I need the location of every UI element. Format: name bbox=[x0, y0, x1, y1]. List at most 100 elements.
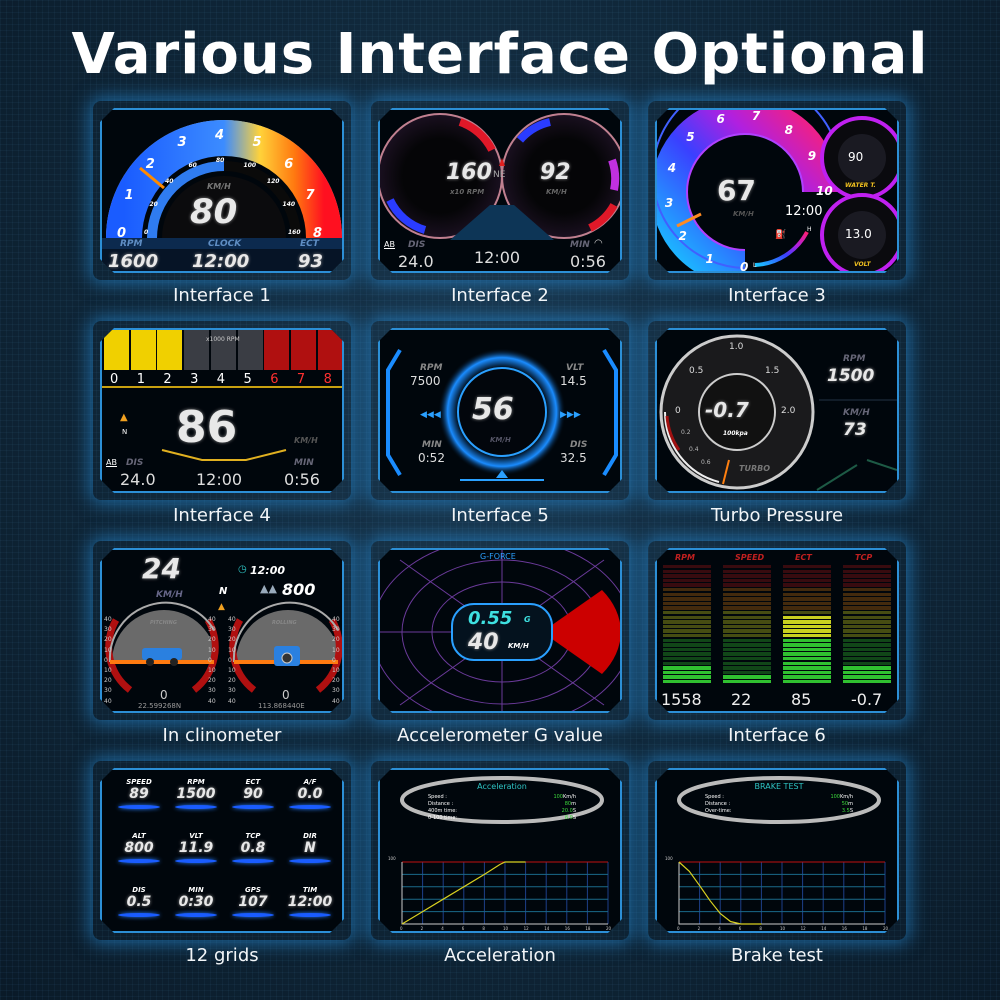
level-segment bbox=[843, 634, 891, 638]
angle-tick: 30 bbox=[208, 687, 216, 695]
interface-5-caption: Interface 5 bbox=[451, 505, 549, 526]
level-segment bbox=[663, 624, 711, 629]
result-title: BRAKE TEST bbox=[754, 782, 804, 791]
volt-label: VOLT bbox=[854, 261, 871, 268]
row-value: 50m bbox=[842, 801, 853, 807]
x-tick: 4 bbox=[718, 926, 721, 931]
column-value: 22 bbox=[731, 690, 752, 709]
level-segment bbox=[843, 675, 891, 679]
grid-value: 89 bbox=[129, 786, 149, 802]
value-number: 100 bbox=[830, 794, 840, 800]
level-segment bbox=[783, 670, 831, 675]
speed-unit: KM/H bbox=[508, 642, 529, 650]
interface-2-panel[interactable]: 160 x10 RPM NE 92 KM/H AB DIS 24.0 12:00… bbox=[378, 108, 622, 273]
x-tick: 6 bbox=[461, 926, 465, 931]
turbo-pressure-panel[interactable]: 1.0 0.5 1.5 0 2.0 0.2 0.4 0.6 -0.7 100kp… bbox=[655, 328, 899, 493]
fuel-icon: ⛽ bbox=[775, 230, 787, 240]
speed-tick: 100 bbox=[243, 162, 257, 170]
level-segment bbox=[783, 661, 831, 665]
accelerometer-g-panel[interactable]: G-FORCE 0.55 G 40 KM/H bbox=[378, 548, 622, 713]
angle-tick: 40 bbox=[332, 697, 340, 705]
inclinometer-panel[interactable]: 24 KM/H ◷ 12:00 ▲▲ 800 N ▲ PITCHING ROLL… bbox=[100, 548, 344, 713]
level-segment bbox=[843, 620, 891, 624]
level-segment bbox=[843, 652, 891, 656]
twelve-grids-panel[interactable]: SPEED 89 RPM 1500 ECT 90 A/F 0.0 ALT 800 VLT 11.9 TC… bbox=[100, 768, 344, 933]
interface-6-panel[interactable]: RPM 1558 SPEED 22 ECT 85 TCP -0.7 bbox=[655, 548, 899, 713]
row-label: 400m time: bbox=[428, 808, 457, 814]
level-segment bbox=[723, 624, 771, 629]
brake-test-caption: Brake test bbox=[731, 945, 823, 966]
interface-3-panel[interactable]: 0 1 2 3 4 5 6 7 8 9 10 67 KM/H 12:00 ⛽ L H 90 WATE… bbox=[655, 108, 899, 273]
level-segment bbox=[663, 597, 711, 601]
grid-value: 12:00 bbox=[287, 894, 333, 910]
angle-tick: 10 bbox=[104, 667, 112, 674]
level-segment bbox=[723, 583, 771, 587]
level-segment bbox=[843, 583, 891, 587]
level-segment bbox=[663, 601, 711, 606]
result-chart bbox=[677, 776, 886, 925]
acceleration-panel[interactable]: Acceleration Speed :100Km/h Distance :80m 4… bbox=[378, 768, 622, 933]
level-segment bbox=[663, 680, 711, 684]
grid-underline bbox=[232, 913, 274, 917]
grid-value: 0.8 bbox=[240, 840, 266, 856]
g-unit: G bbox=[524, 615, 531, 624]
grid-underline bbox=[289, 859, 331, 863]
interface-1-caption: Interface 1 bbox=[173, 285, 271, 306]
brake-test-panel[interactable]: BRAKE TEST Speed :100Km/h Distance :50m Ove… bbox=[655, 768, 899, 933]
level-segment bbox=[783, 652, 831, 656]
speed-tick: 9 bbox=[807, 149, 817, 164]
interface-5-panel[interactable]: ◀◀◀ ▶▶▶ 56 KM/H RPM 7500 VLT 14.5 MIN 0:… bbox=[378, 328, 622, 493]
level-segment bbox=[663, 666, 711, 670]
speed-tick: 8 bbox=[784, 122, 794, 137]
row-label: 0-100 time: bbox=[428, 815, 458, 821]
level-segment bbox=[663, 643, 711, 647]
ect-value: 93 bbox=[298, 251, 324, 272]
level-segment bbox=[723, 578, 771, 583]
interface-4-panel[interactable]: 012345678 x1000 RPM ▲ N 86 KM/H AB DIS 2… bbox=[100, 328, 344, 493]
speed-tick: 7 bbox=[751, 108, 761, 123]
level-segment bbox=[723, 597, 771, 601]
level-segment bbox=[723, 657, 771, 661]
tick-2.0: 2.0 bbox=[781, 406, 796, 416]
interface-3-caption: Interface 3 bbox=[728, 285, 826, 306]
level-segment bbox=[783, 675, 831, 679]
interface-1-panel[interactable]: 0 1 2 3 4 5 6 7 8 0 20 40 60 80 100 120 140 160 KM/H 80 R… bbox=[100, 108, 344, 273]
speed-tick: 10 bbox=[816, 184, 833, 198]
level-segment bbox=[843, 624, 891, 629]
water-temp-value: 90 bbox=[848, 150, 864, 164]
level-segment bbox=[783, 565, 831, 569]
x-tick: 0 bbox=[677, 926, 680, 931]
x-tick: 10 bbox=[780, 926, 786, 931]
angle-tick: 10 bbox=[228, 646, 236, 654]
x-tick: 20 bbox=[606, 926, 612, 931]
angle-tick: 30 bbox=[104, 687, 112, 695]
page-title: Various Interface Optional bbox=[71, 22, 929, 87]
row-label: Speed : bbox=[428, 794, 447, 800]
tick-1.0: 1.0 bbox=[729, 342, 744, 352]
g-value: 0.55 bbox=[468, 608, 513, 629]
trip-ab-icon: AB bbox=[106, 458, 117, 467]
angle-tick: 0 bbox=[228, 656, 232, 664]
grid-value: 800 bbox=[124, 840, 154, 856]
level-segment bbox=[843, 601, 891, 606]
turbo-value: -0.7 bbox=[705, 398, 749, 422]
interface-2-caption: Interface 2 bbox=[451, 285, 549, 306]
speed-tick: 120 bbox=[266, 178, 280, 186]
grid-label: RPM bbox=[187, 778, 205, 786]
tick-0: 0 bbox=[675, 406, 681, 416]
speed-tick: 0 bbox=[144, 229, 149, 236]
level-segment bbox=[843, 647, 891, 652]
angle-tick: 20 bbox=[332, 677, 340, 685]
angle-tick: 20 bbox=[208, 677, 216, 685]
roll-value: 0 bbox=[282, 688, 290, 702]
level-segment bbox=[783, 606, 831, 610]
grid-label: SPEED bbox=[126, 778, 152, 786]
rpm-value: 1600 bbox=[108, 251, 159, 272]
rpm-tick: 7 bbox=[305, 188, 315, 204]
speed-tick: 60 bbox=[188, 162, 197, 170]
level-segment bbox=[783, 634, 831, 638]
grid-label: A/F bbox=[303, 778, 317, 786]
grid-label: MIN bbox=[188, 886, 204, 894]
vlt-value: 14.5 bbox=[560, 374, 587, 388]
level-segment bbox=[783, 638, 831, 642]
